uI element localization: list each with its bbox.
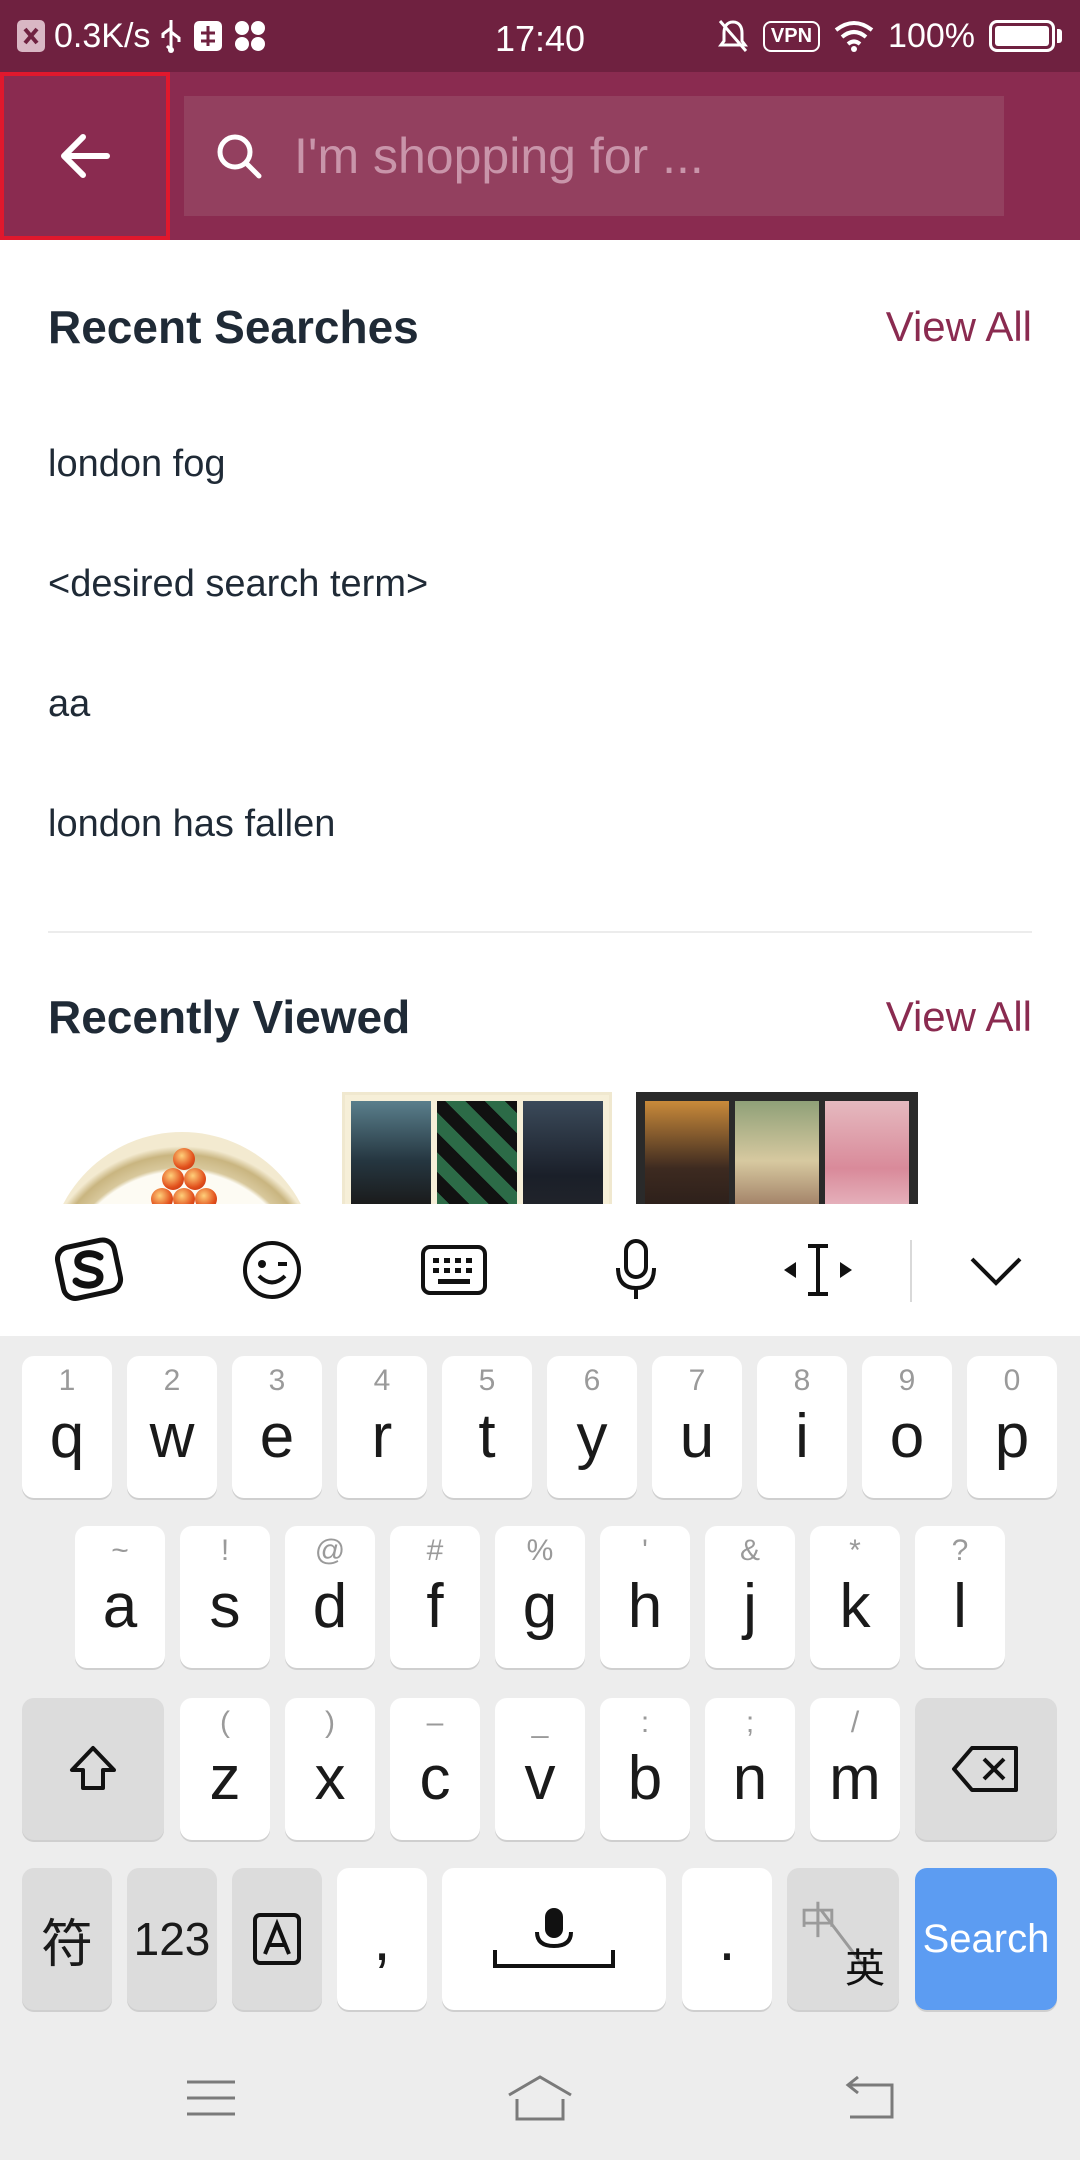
numbers-key[interactable]: 123	[127, 1868, 217, 2010]
shift-arrow-icon	[70, 1746, 116, 1790]
period-key[interactable]: .	[682, 1868, 772, 2010]
key-a[interactable]: ~ a	[75, 1526, 165, 1668]
search-header	[0, 72, 1080, 240]
key-x[interactable]: ) x	[285, 1698, 375, 1840]
menu-nav-button[interactable]	[161, 2060, 261, 2136]
key-c[interactable]: – c	[390, 1698, 480, 1840]
text-mode-key[interactable]	[232, 1868, 322, 2010]
key-z[interactable]: (z	[180, 1698, 270, 1840]
product-thumbnail-medallion[interactable]	[48, 1132, 316, 1204]
gem-triangle-image	[148, 1148, 220, 1204]
vpn-badge: VPN	[762, 20, 821, 52]
key-i[interactable]: 8i	[757, 1356, 847, 1498]
text-cursor-icon	[784, 1244, 852, 1296]
backspace-key[interactable]	[915, 1698, 1057, 1840]
keyboard: 1q 2w 3e 4r 5t 6y 7u 8i 9o 0p ~ a ! s @ d #…	[0, 1336, 1080, 2036]
product-thumbnail-anime-poster-2[interactable]	[636, 1092, 918, 1204]
menu-icon	[187, 2080, 235, 2116]
search-key[interactable]: Search	[915, 1868, 1057, 2010]
key-p[interactable]: 0p	[967, 1356, 1057, 1498]
lang-english-label: 英	[845, 1947, 885, 1991]
key-b[interactable]: :b	[600, 1698, 690, 1840]
key-m[interactable]: / m	[810, 1698, 900, 1840]
toolbar-divider	[910, 1240, 912, 1302]
key-u[interactable]: 7u	[652, 1356, 742, 1498]
recent-search-item[interactable]: london has fallen	[48, 803, 335, 846]
battery-tip	[1057, 29, 1062, 43]
key-e[interactable]: 3e	[232, 1356, 322, 1498]
key-t[interactable]: 5t	[442, 1356, 532, 1498]
sogou-logo-button[interactable]	[30, 1204, 150, 1336]
key-k[interactable]: * k	[810, 1526, 900, 1668]
emoji-icon	[243, 1241, 301, 1299]
keyboard-toolbar	[0, 1204, 1080, 1336]
voice-input-button[interactable]	[576, 1204, 696, 1336]
recently-viewed-view-all-link[interactable]: View All	[886, 993, 1032, 1041]
recently-viewed-carousel[interactable]	[48, 1092, 1080, 1204]
product-thumbnail-anime-poster[interactable]	[342, 1092, 612, 1204]
recent-search-item[interactable]: london fog	[48, 443, 226, 486]
search-box[interactable]	[184, 96, 1004, 216]
microphone-icon	[616, 1239, 656, 1299]
key-r[interactable]: 4r	[337, 1356, 427, 1498]
recent-searches-header: Recent Searches View All	[48, 300, 1032, 354]
arrow-left-icon	[61, 134, 110, 178]
recent-search-item[interactable]: aa	[48, 683, 90, 726]
battery-icon	[989, 20, 1055, 52]
mute-bell-icon	[717, 18, 749, 54]
hide-keyboard-button[interactable]	[936, 1204, 1056, 1336]
key-q[interactable]: 1q	[22, 1356, 112, 1498]
key-n[interactable]: ; n	[705, 1698, 795, 1840]
emoji-button[interactable]	[212, 1204, 332, 1336]
space-mic-icon	[493, 1908, 615, 1968]
chevron-down-icon	[970, 1257, 1022, 1286]
back-button[interactable]	[0, 72, 170, 240]
section-divider	[48, 931, 1032, 933]
key-s[interactable]: ! s	[180, 1526, 270, 1668]
key-h[interactable]: ' h	[600, 1526, 690, 1668]
key-d[interactable]: @ d	[285, 1526, 375, 1668]
home-nav-button[interactable]	[490, 2060, 590, 2136]
home-icon	[508, 2075, 572, 2121]
key-g[interactable]: % g	[495, 1526, 585, 1668]
key-y[interactable]: 6y	[547, 1356, 637, 1498]
system-nav-bar	[0, 2036, 1080, 2160]
key-v[interactable]: _ v	[495, 1698, 585, 1840]
keyboard-icon	[421, 1245, 487, 1295]
key-f[interactable]: # f	[390, 1526, 480, 1668]
return-icon	[845, 2075, 894, 2119]
recent-searches-view-all-link[interactable]: View All	[886, 303, 1032, 351]
cursor-move-button[interactable]	[758, 1204, 878, 1336]
space-key[interactable]	[442, 1868, 666, 2010]
wifi-icon	[834, 20, 874, 52]
symbols-key[interactable]: 符	[22, 1868, 112, 2010]
recent-search-item[interactable]: <desired search term>	[48, 563, 428, 606]
letter-a-box-icon	[253, 1913, 301, 1965]
search-icon	[184, 131, 294, 181]
recent-searches-title: Recent Searches	[48, 301, 419, 353]
keyboard-switch-button[interactable]	[394, 1204, 514, 1336]
status-bar: 0.3K/s 17:40 VPN 100%	[0, 0, 1080, 72]
sogou-logo-icon	[54, 1237, 124, 1301]
back-nav-button[interactable]	[818, 2060, 918, 2136]
status-right: VPN 100%	[717, 0, 1062, 72]
recently-viewed-header: Recently Viewed View All	[48, 990, 1032, 1044]
key-j[interactable]: & j	[705, 1526, 795, 1668]
comma-key[interactable]: ,	[337, 1868, 427, 2010]
key-l[interactable]: ? l	[915, 1526, 1005, 1668]
backspace-icon	[952, 1746, 1018, 1792]
language-switch-key[interactable]: 中 英	[787, 1868, 899, 2010]
shift-key[interactable]	[22, 1698, 164, 1840]
recently-viewed-title: Recently Viewed	[48, 991, 411, 1043]
key-o[interactable]: 9o	[862, 1356, 952, 1498]
key-w[interactable]: 2w	[127, 1356, 217, 1498]
search-input[interactable]	[294, 127, 974, 185]
battery-percent: 100%	[888, 16, 975, 55]
